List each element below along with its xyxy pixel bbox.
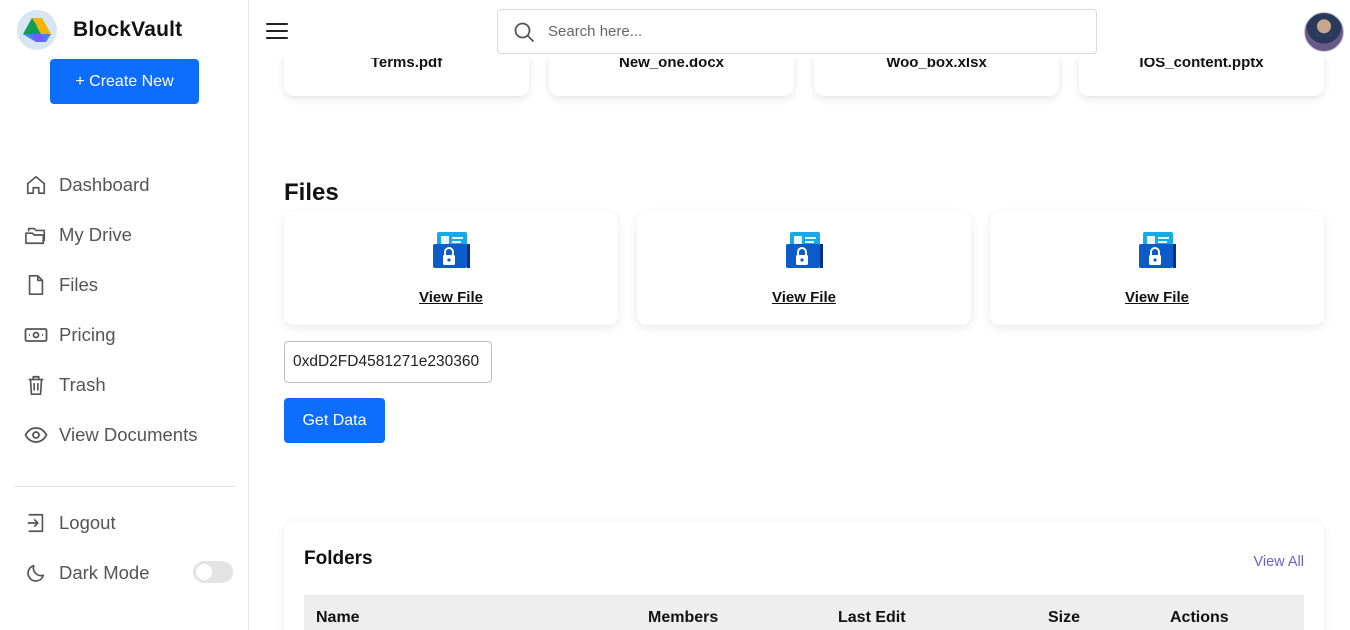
folders-card: Folders View All Name Members Last Edit … <box>284 522 1324 630</box>
file-card: View File <box>990 212 1324 325</box>
view-file-link[interactable]: View File <box>990 289 1324 306</box>
search-icon <box>514 22 535 42</box>
column-header-name[interactable]: Name <box>316 609 360 627</box>
brand-name: BlockVault <box>73 18 183 41</box>
brand[interactable]: BlockVault <box>17 10 182 50</box>
logout-button[interactable]: Logout <box>24 498 236 548</box>
search-input[interactable] <box>548 23 1048 40</box>
sidebar-item-files[interactable]: Files <box>24 260 197 310</box>
logout-icon <box>24 511 48 535</box>
sidebar-item-label: Trash <box>59 374 106 395</box>
sidebar-nav: Dashboard My Drive Files Pricing Trash V… <box>24 160 197 460</box>
view-file-link[interactable]: View File <box>284 289 618 306</box>
sidebar-item-pricing[interactable]: Pricing <box>24 310 197 360</box>
dark-mode-toggle[interactable] <box>193 561 233 583</box>
folders-table-header: Name Members Last Edit Size Actions <box>304 595 1304 630</box>
logout-label: Logout <box>59 512 116 533</box>
secure-document-icon <box>433 232 470 268</box>
search-bar <box>497 9 1097 54</box>
column-header-size[interactable]: Size <box>1048 609 1080 627</box>
get-data-button[interactable]: Get Data <box>284 398 385 443</box>
sidebar-item-my-drive[interactable]: My Drive <box>24 210 197 260</box>
avatar[interactable] <box>1304 12 1344 52</box>
secure-document-icon <box>1139 232 1176 268</box>
sidebar: BlockVault + Create New Dashboard My Dri… <box>0 0 249 630</box>
create-new-button[interactable]: + Create New <box>50 59 199 104</box>
file-icon <box>24 273 48 297</box>
sidebar-item-label: View Documents <box>59 424 198 445</box>
home-icon <box>24 173 48 197</box>
file-card: View File <box>284 212 618 325</box>
files-section-title: Files <box>284 179 339 206</box>
dark-mode-row: Dark Mode <box>24 548 236 598</box>
sidebar-item-label: My Drive <box>59 224 132 245</box>
sidebar-item-label: Pricing <box>59 324 116 345</box>
column-header-actions[interactable]: Actions <box>1170 609 1229 627</box>
sidebar-item-label: Dashboard <box>59 174 150 195</box>
drive-logo-icon <box>17 10 57 50</box>
folders-title: Folders <box>304 548 373 569</box>
eye-icon <box>24 423 48 447</box>
sidebar-item-label: Files <box>59 274 99 295</box>
menu-toggle-button[interactable] <box>266 22 288 40</box>
wallet-address-input[interactable] <box>284 341 492 383</box>
secure-document-icon <box>786 232 823 268</box>
toggle-knob <box>196 564 212 580</box>
view-file-link[interactable]: View File <box>637 289 971 306</box>
sidebar-item-dashboard[interactable]: Dashboard <box>24 160 197 210</box>
column-header-last-edit[interactable]: Last Edit <box>838 609 906 627</box>
money-icon <box>24 323 48 347</box>
sidebar-item-trash[interactable]: Trash <box>24 360 197 410</box>
sidebar-bottom-nav: Logout Dark Mode <box>24 498 236 598</box>
moon-icon <box>24 561 48 585</box>
sidebar-divider <box>14 486 235 487</box>
dark-mode-label: Dark Mode <box>59 562 150 583</box>
folders-icon <box>24 223 48 247</box>
file-card: View File <box>637 212 971 325</box>
trash-icon <box>24 373 48 397</box>
sidebar-item-view-documents[interactable]: View Documents <box>24 410 197 460</box>
column-header-members[interactable]: Members <box>648 609 718 627</box>
view-all-link[interactable]: View All <box>1253 554 1304 570</box>
